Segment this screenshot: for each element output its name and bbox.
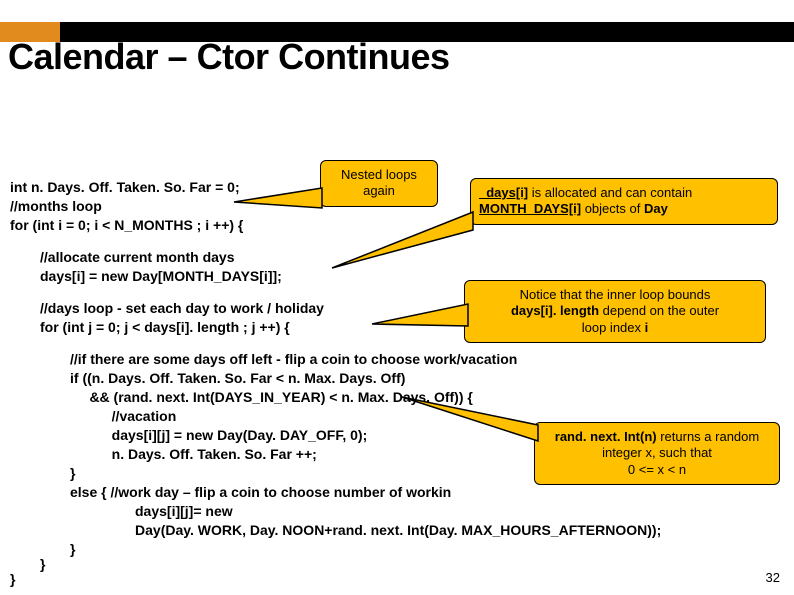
callout-pointer-icon <box>232 186 324 212</box>
callout-underline: _days[i] <box>479 185 528 200</box>
callout-underline: MONTH_DAYS[i] <box>479 201 581 216</box>
callout-text: returns a random <box>657 429 760 444</box>
code-line-16: days[i][j]= new <box>100 502 233 521</box>
callout-bold: Day <box>644 201 668 216</box>
code-line-19: } <box>40 555 45 574</box>
callout-text: loop index <box>582 320 645 335</box>
code-line-4: //allocate current month days <box>40 248 235 267</box>
code-line-20: } <box>10 570 15 589</box>
code-line-5: days[i] = new Day[MONTH_DAYS[i]]; <box>40 267 282 286</box>
slide-title: Calendar – Ctor Continues <box>8 36 450 78</box>
code-line-6: //days loop - set each day to work / hol… <box>40 299 324 318</box>
callout-bold: _days[i] <box>479 185 528 200</box>
callout-text: depend on the outer <box>599 303 719 318</box>
callout-bold: rand. next. Int(n) <box>555 429 657 444</box>
callout-pointer-icon <box>330 210 475 270</box>
code-line-12: days[i][j] = new Day(Day. DAY_OFF, 0); <box>100 426 367 445</box>
callout-text: Notice that the inner loop bounds <box>520 287 711 302</box>
slide: Calendar – Ctor Continues int n. Days. O… <box>0 0 794 595</box>
callout-bold: days[i]. length <box>511 303 599 318</box>
code-line-13: n. Days. Off. Taken. So. Far ++; <box>100 445 317 464</box>
callout-rand-nextint: rand. next. Int(n) returns a random inte… <box>534 422 780 485</box>
code-line-15: else { //work day – flip a coin to choos… <box>70 483 451 502</box>
code-line-14: } <box>70 464 75 483</box>
page-number: 32 <box>766 570 780 585</box>
callout-bold: MONTH_DAYS[i] <box>479 201 581 216</box>
callout-pointer-icon <box>370 302 470 332</box>
code-line-17: Day(Day. WORK, Day. NOON+rand. next. Int… <box>100 521 661 540</box>
code-line-7: for (int j = 0; j < days[i]. length ; j … <box>40 318 290 337</box>
callout-bold: i <box>645 320 649 335</box>
callout-text: objects of <box>581 201 644 216</box>
code-line-2: //months loop <box>10 197 102 216</box>
code-line-3: for (int i = 0; i < N_MONTHS ; i ++) { <box>10 216 243 235</box>
callout-days-allocated: _days[i] is allocated and can contain MO… <box>470 178 778 225</box>
code-line-9: if ((n. Days. Off. Taken. So. Far < n. M… <box>70 369 405 388</box>
callout-text: Nested loops again <box>341 167 417 198</box>
callout-text: integer x, such that <box>602 445 712 460</box>
code-line-18: } <box>70 540 75 559</box>
callout-text: 0 <= x < n <box>628 462 686 477</box>
code-line-1: int n. Days. Off. Taken. So. Far = 0; <box>10 178 240 197</box>
callout-text: is allocated and can contain <box>528 185 692 200</box>
callout-pointer-icon <box>400 395 540 443</box>
callout-nested-loops: Nested loops again <box>320 160 438 207</box>
callout-inner-loop: Notice that the inner loop bounds days[i… <box>464 280 766 343</box>
code-line-11: //vacation <box>100 407 176 426</box>
code-line-8: //if there are some days off left - flip… <box>70 350 517 369</box>
